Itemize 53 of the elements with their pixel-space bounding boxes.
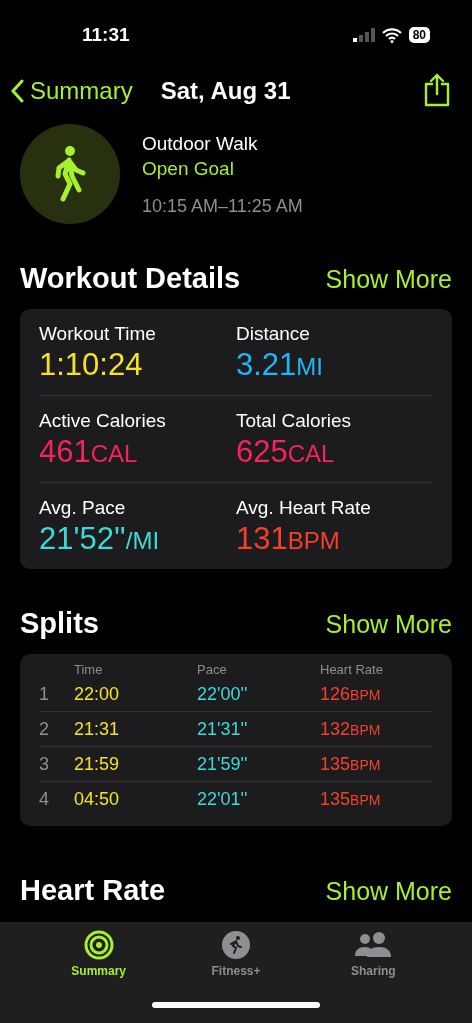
split-pace: 21'59'' — [197, 753, 249, 775]
split-heart-rate: 132BPM — [320, 718, 382, 740]
metric-value: 461CAL — [39, 434, 139, 470]
status-time: 11:31 — [82, 24, 130, 46]
metric-value: 625CAL — [236, 434, 336, 470]
workout-time-range: 10:15 AM–11:25 AM — [142, 196, 303, 217]
split-heart-rate: 126BPM — [320, 683, 382, 705]
metric-value: 3.21MI — [236, 347, 324, 383]
show-more-link[interactable]: Show More — [325, 265, 452, 294]
section-title: Splits — [20, 607, 99, 640]
rings-icon — [83, 930, 114, 960]
metric-value: 131BPM — [236, 521, 341, 557]
split-number: 2 — [39, 718, 50, 740]
metric-label: Avg. Pace — [39, 497, 127, 519]
split-time: 04:50 — [74, 788, 121, 810]
runner-icon — [221, 930, 251, 960]
split-time: 21:31 — [74, 718, 121, 740]
tab[interactable]: Fitness+ — [191, 930, 281, 978]
workout-goal: Open Goal — [142, 158, 235, 180]
split-number: 3 — [39, 753, 50, 775]
split-pace: 22'01'' — [197, 788, 249, 810]
show-more-link[interactable]: Show More — [325, 610, 452, 639]
back-button[interactable]: Summary — [10, 77, 133, 105]
nav-title: Sat, Aug 31 — [160, 77, 292, 105]
wifi-icon — [381, 27, 402, 43]
metric-label: Distance — [236, 323, 311, 345]
metric-label: Avg. Heart Rate — [236, 497, 372, 519]
column-header: Pace — [197, 662, 228, 677]
section-title: Heart Rate — [20, 874, 166, 907]
column-header: Heart Rate — [320, 662, 384, 677]
battery-level: 80 — [408, 27, 430, 43]
back-chevron-icon — [10, 79, 24, 103]
metric-label: Active Calories — [39, 410, 167, 432]
column-header: Time — [74, 662, 104, 677]
split-heart-rate: 135BPM — [320, 753, 382, 775]
split-pace: 22'00'' — [197, 683, 249, 705]
metric-value: 21'52''/MI — [39, 521, 161, 557]
metric-label: Workout Time — [39, 323, 157, 345]
tab[interactable]: Summary — [53, 930, 144, 978]
section-title: Workout Details — [20, 262, 241, 295]
split-time: 22:00 — [74, 683, 121, 705]
workout-name: Outdoor Walk — [142, 133, 259, 155]
tab[interactable]: Sharing — [328, 930, 419, 978]
people-icon — [353, 930, 394, 960]
metric-label: Total Calories — [236, 410, 353, 432]
signal-icon — [352, 28, 375, 42]
split-pace: 21'31'' — [197, 718, 249, 740]
split-time: 21:59 — [74, 753, 121, 775]
split-number: 4 — [39, 788, 50, 810]
split-heart-rate: 135BPM — [320, 788, 382, 810]
split-number: 1 — [39, 683, 50, 705]
metric-value: 1:10:24 — [39, 347, 144, 383]
show-more-link[interactable]: Show More — [325, 877, 452, 906]
